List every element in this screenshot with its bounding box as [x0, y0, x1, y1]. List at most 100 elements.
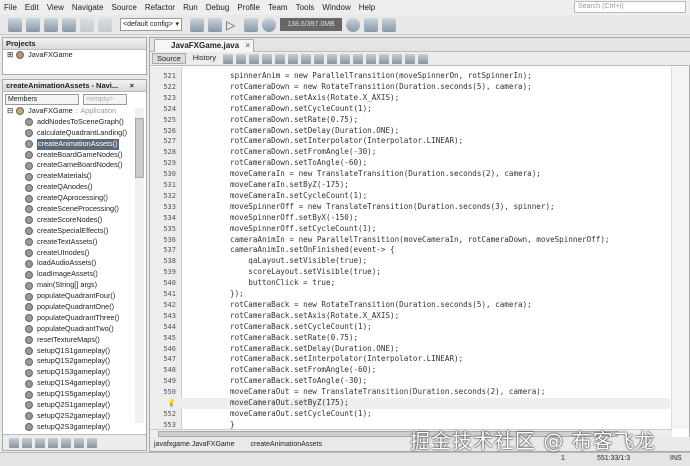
tree-item[interactable]: createQAprocessing() — [7, 193, 135, 204]
tree-item[interactable]: populateQuadrantThree() — [7, 313, 135, 324]
start-macro-icon[interactable] — [379, 53, 390, 64]
nonpublic-icon[interactable] — [61, 437, 71, 448]
back-icon[interactable] — [236, 53, 247, 64]
new-project-icon[interactable] — [26, 17, 40, 32]
tree-item[interactable]: createUInodes() — [7, 248, 135, 259]
static-icon[interactable] — [35, 437, 45, 448]
redo-icon[interactable] — [98, 17, 112, 32]
tree-item[interactable]: createTextAssets() — [7, 237, 135, 248]
debug-icon[interactable] — [244, 17, 258, 32]
search-input[interactable]: Search (Ctrl+I) — [574, 1, 686, 13]
sort-icon[interactable] — [87, 437, 97, 448]
prev-bookmark-icon[interactable] — [327, 53, 338, 64]
empty-filter[interactable]: <empty> — [83, 94, 127, 105]
memory-indicator[interactable]: 138.6/397.0MB — [280, 18, 342, 31]
menu-run[interactable]: Run — [183, 3, 198, 12]
menu-debug[interactable]: Debug — [206, 3, 230, 12]
tree-item[interactable]: loadImageAssets() — [7, 269, 135, 280]
save-all-icon[interactable] — [62, 17, 76, 32]
project-node[interactable]: ⊞ JavaFXGame — [3, 50, 146, 61]
toggle-bookmark-icon[interactable] — [314, 53, 325, 64]
menu-edit[interactable]: Edit — [25, 3, 39, 12]
new-file-icon[interactable] — [8, 17, 22, 32]
tree-item[interactable]: setupQ2S1gameplay() — [7, 400, 135, 411]
inherited-icon[interactable] — [48, 437, 58, 448]
close-tab-icon[interactable]: × — [245, 40, 250, 52]
uncomment-icon[interactable] — [418, 53, 429, 64]
profile-icon[interactable] — [262, 17, 276, 32]
menu-file[interactable]: File — [4, 3, 17, 12]
tree-item[interactable]: setupQ2S2gameplay() — [7, 411, 135, 422]
notifications-badge[interactable]: 1 — [561, 455, 565, 462]
pause-io-icon[interactable] — [364, 17, 378, 32]
tree-item[interactable]: main(String[] args) — [7, 280, 135, 291]
fqn-icon[interactable] — [74, 437, 84, 448]
tree-item[interactable]: setupQ1S4gameplay() — [7, 378, 135, 389]
breadcrumb-method[interactable]: createAnimationAssets — [251, 441, 323, 448]
tree-item[interactable]: setupQ2S3gameplay() — [7, 422, 135, 433]
tree-item[interactable]: createSpecialEffects() — [7, 226, 135, 237]
tree-item[interactable]: calculateQuadrantLanding() — [7, 128, 135, 139]
menu-tools[interactable]: Tools — [296, 3, 315, 12]
open-project-icon[interactable] — [44, 17, 58, 32]
tree-item[interactable]: setupQ1S2gameplay() — [7, 356, 135, 367]
tree-item[interactable]: createScoreNodes() — [7, 215, 135, 226]
filter-icon[interactable] — [9, 437, 19, 448]
run-icon[interactable]: ▷ — [226, 18, 240, 32]
source-button[interactable]: Source — [152, 53, 186, 64]
tree-item[interactable]: createAnimationAssets() — [7, 138, 135, 150]
members-filter[interactable]: Members — [5, 94, 79, 105]
comment-icon[interactable] — [405, 53, 416, 64]
history-button[interactable]: History — [189, 53, 220, 64]
tree-root[interactable]: ⊟ JavaFXGame :: Application — [7, 106, 135, 117]
menu-source[interactable]: Source — [111, 3, 136, 12]
fields-icon[interactable] — [22, 437, 32, 448]
menu-help[interactable]: Help — [359, 3, 375, 12]
tree-item[interactable]: populateQuadrantFour() — [7, 291, 135, 302]
toggle-highlight-icon[interactable] — [301, 53, 312, 64]
menu-navigate[interactable]: Navigate — [72, 3, 104, 12]
tree-item[interactable]: createGameBoardNodes() — [7, 160, 135, 171]
collapse-icon[interactable]: ⊟ — [7, 106, 13, 117]
tree-item[interactable]: loadAudioAssets() — [7, 258, 135, 269]
tab-javafxgame[interactable]: JavaFXGame.java × — [154, 39, 255, 52]
menu-view[interactable]: View — [47, 3, 64, 12]
tree-item[interactable]: createQAnodes() — [7, 182, 135, 193]
tree-item[interactable]: populateQuadrantTwo() — [7, 324, 135, 335]
find-next-icon[interactable] — [288, 53, 299, 64]
navigator-scrollbar[interactable] — [135, 108, 144, 423]
menu-team[interactable]: Team — [268, 3, 288, 12]
tree-item[interactable]: createSceneProcessing() — [7, 204, 135, 215]
tree-item[interactable]: setupQ1S3gameplay() — [7, 367, 135, 378]
shift-left-icon[interactable] — [353, 53, 364, 64]
menu-window[interactable]: Window — [322, 3, 350, 12]
tree-item[interactable]: setupQ1S1gameplay() — [7, 346, 135, 357]
breadcrumb-class[interactable]: javafxgame.JavaFXGame — [154, 441, 235, 448]
gc-icon[interactable] — [346, 17, 360, 32]
find-icon[interactable] — [262, 53, 273, 64]
config-select[interactable]: <default config> — [120, 18, 182, 31]
last-edit-icon[interactable] — [223, 53, 234, 64]
build-icon[interactable] — [190, 17, 204, 32]
next-bookmark-icon[interactable] — [340, 53, 351, 64]
tree-item[interactable]: resetTextureMaps() — [7, 335, 135, 346]
hint-bulb-icon[interactable]: 💡 — [150, 398, 176, 409]
code-area[interactable]: 521 spinnerAnim = new ParallelTransition(… — [150, 67, 670, 429]
forward-icon[interactable] — [249, 53, 260, 64]
tree-item[interactable]: addNodesToSceneGraph() — [7, 117, 135, 128]
shift-right-icon[interactable] — [366, 53, 377, 64]
tree-item[interactable]: populateQuadrantOne() — [7, 302, 135, 313]
clean-build-icon[interactable] — [208, 17, 222, 32]
tree-item[interactable]: createBoardGameNodes() — [7, 150, 135, 161]
expand-icon[interactable]: ⊞ — [7, 50, 13, 61]
tree-item[interactable]: setupQ1S5gameplay() — [7, 389, 135, 400]
menu-refactor[interactable]: Refactor — [145, 3, 175, 12]
tree-item[interactable]: createMaterials() — [7, 171, 135, 182]
close-icon[interactable]: × — [130, 80, 134, 92]
undo-icon[interactable] — [80, 17, 94, 32]
vertical-scrollbar[interactable] — [671, 67, 689, 429]
menu-profile[interactable]: Profile — [237, 3, 260, 12]
sample-icon[interactable] — [382, 17, 396, 32]
stop-macro-icon[interactable] — [392, 53, 403, 64]
find-prev-icon[interactable] — [275, 53, 286, 64]
